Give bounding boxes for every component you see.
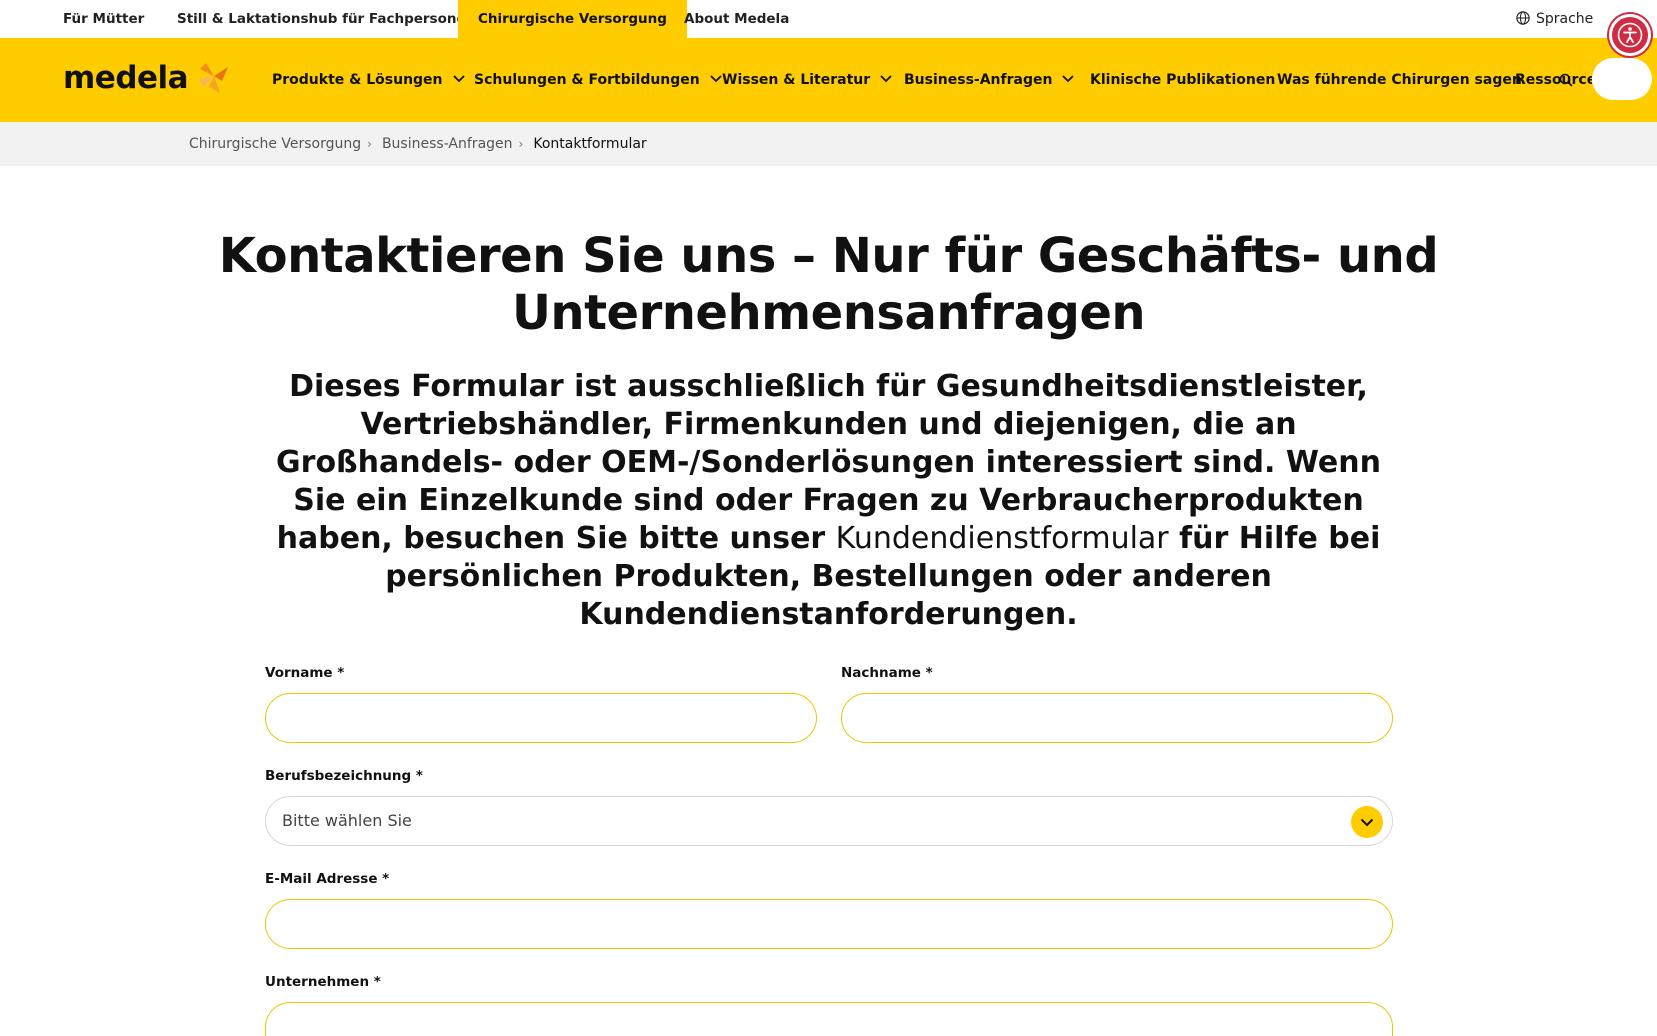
nav-item-label: Business-Anfragen (904, 72, 1053, 88)
accessibility-button[interactable] (1609, 14, 1651, 56)
last-name-label: Nachname * (841, 665, 933, 681)
company-input[interactable] (265, 1002, 1393, 1036)
email-input[interactable] (265, 899, 1393, 949)
nav-item-publications[interactable]: Klinische Publikationen (1090, 38, 1275, 122)
customer-service-form-link[interactable]: Kundendienstformular (836, 521, 1169, 556)
page-title: Kontaktieren Sie uns – Nur für Geschäfts… (218, 228, 1439, 341)
first-name-input[interactable] (265, 693, 817, 743)
nav-item-label: Wissen & Literatur (722, 72, 871, 88)
job-title-selected-value: Bitte wählen Sie (282, 811, 412, 830)
chevron-down-icon (710, 75, 722, 83)
dropdown-toggle[interactable] (1351, 806, 1383, 838)
breadcrumb-current: Kontaktformular (533, 136, 647, 152)
medela-flower-logo-icon (198, 63, 229, 93)
medela-logo[interactable]: medela (63, 56, 232, 100)
first-name-label: Vorname * (265, 665, 345, 681)
accessibility-icon (1617, 22, 1643, 48)
topbar-link-mothers[interactable]: Für Mütter (63, 0, 144, 38)
last-name-input[interactable] (841, 693, 1393, 743)
chevron-right-icon: › (367, 137, 372, 151)
search-field[interactable] (1592, 58, 1652, 100)
nav-item-label: Produkte & Lösungen (272, 72, 443, 88)
intro-text: Dieses Formular ist ausschließlich für G… (250, 368, 1407, 634)
main-navigation: medela Produkte & Lösungen Schulungen & … (0, 38, 1657, 122)
language-selector[interactable]: Sprache (1516, 0, 1593, 38)
chevron-right-icon: › (518, 137, 524, 151)
breadcrumb-link-surgical-care[interactable]: Chirurgische Versorgung (189, 136, 361, 152)
job-title-select[interactable]: Bitte wählen Sie (265, 796, 1393, 846)
nav-item-knowledge[interactable]: Wissen & Literatur (722, 38, 892, 122)
nav-item-training[interactable]: Schulungen & Fortbildungen (474, 38, 722, 122)
search-icon[interactable] (1559, 73, 1573, 87)
logo-wordmark: medela (63, 60, 189, 96)
chevron-down-icon (1360, 818, 1374, 826)
nav-item-resources[interactable]: Ressourcen (1515, 38, 1592, 122)
breadcrumb: Chirurgische Versorgung › Business-Anfrage… (189, 122, 647, 166)
nav-item-surgeons-say[interactable]: Was führende Chirurgen sagen (1277, 38, 1522, 122)
company-label: Unternehmen * (265, 974, 381, 990)
topbar-link-about-medela[interactable]: About Medela (684, 0, 789, 38)
breadcrumb-bar: Chirurgische Versorgung › Business-Anfrage… (0, 122, 1657, 166)
breadcrumb-link-business[interactable]: Business-Anfragen (382, 136, 513, 152)
top-utility-bar: Für Mütter Still & Laktationshub für Fac… (0, 0, 1657, 38)
topbar-link-surgical-care[interactable]: Chirurgische Versorgung (458, 0, 687, 38)
language-label: Sprache (1536, 11, 1594, 27)
globe-icon (1516, 11, 1530, 25)
chevron-down-icon (880, 75, 892, 83)
chevron-down-icon (1062, 75, 1075, 83)
topbar-link-lactation-hub[interactable]: Still & Laktationshub für Fachpersonen (177, 0, 475, 38)
chevron-down-icon (452, 75, 465, 83)
job-title-label: Berufsbezeichnung * (265, 768, 423, 784)
nav-item-business[interactable]: Business-Anfragen (904, 38, 1075, 122)
nav-item-label: Schulungen & Fortbildungen (474, 72, 700, 88)
email-label: E-Mail Adresse * (265, 871, 390, 887)
nav-item-products[interactable]: Produkte & Lösungen (272, 38, 465, 122)
